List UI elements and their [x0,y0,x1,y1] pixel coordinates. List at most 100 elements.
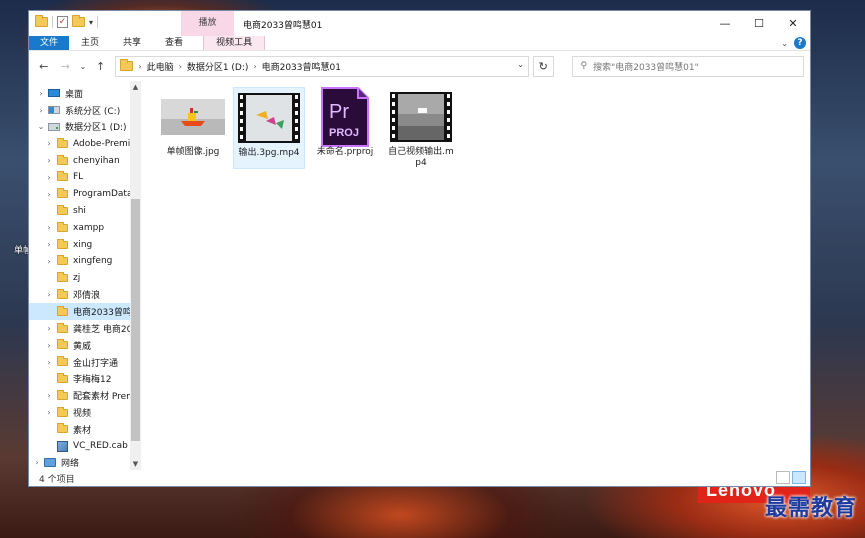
sidebar-item[interactable]: › 龚桂芝 电商203 [29,320,141,337]
sidebar-item[interactable]: › 桌面 [29,85,141,102]
sidebar-item[interactable]: 素材 [29,421,141,438]
sidebar-item[interactable]: › 金山打字通 [29,354,141,371]
drive-icon [47,106,61,115]
chevron-right-icon[interactable]: › [43,139,55,148]
desktop-icon [47,89,61,98]
video-thumbnail [237,92,301,144]
properties-icon[interactable]: ✓ [57,16,68,28]
details-view-icon[interactable] [776,471,790,484]
chevron-down-icon[interactable]: ⌄ [35,122,47,131]
chevron-right-icon[interactable]: › [31,458,43,467]
chevron-down-icon[interactable]: ⌄ [517,60,524,69]
breadcrumb-item[interactable]: 此电脑 [147,60,174,73]
up-arrow-icon[interactable]: ↑ [92,60,110,73]
tab-video-tools[interactable]: 视频工具 [203,36,266,50]
tab-view[interactable]: 查看 [153,36,195,50]
scroll-up-icon[interactable]: ▲ [130,83,141,91]
sidebar-item[interactable]: ⌄ 数据分区1 (D:) [29,119,141,136]
chevron-right-icon[interactable]: › [35,106,47,115]
minimize-button[interactable]: — [708,11,742,36]
sidebar-item[interactable]: › 配套素材 Prem [29,387,141,404]
chevron-right-icon[interactable]: › [253,62,256,71]
file-list-pane: 单帧图像.jpg 输出.3pg.mp4 Pr PROJ 未命名.prproj 自… [141,81,810,470]
sidebar-item-label: chenyihan [73,155,120,166]
breadcrumb-item[interactable]: 电商2033曾鸣慧01 [262,60,341,73]
chevron-right-icon[interactable]: › [43,257,55,266]
file-explorer-window: ✓ ▾ 播放 电商2033曾鸣慧01 — ☐ ✕ 文件 主页 共享 查看 视频工… [28,10,811,487]
sidebar-item[interactable]: › 邓倩浪 [29,287,141,304]
chevron-right-icon[interactable]: › [43,173,55,182]
file-item[interactable]: 单帧图像.jpg [157,87,229,169]
large-icons-view-icon[interactable] [792,471,806,484]
search-input[interactable]: ⚲ 搜索"电商2033曾鸣慧01" [571,55,804,77]
close-button[interactable]: ✕ [776,11,810,36]
sidebar-item[interactable]: › chenyihan [29,152,141,169]
sidebar-item[interactable]: 电商2033曾鸣慧 [29,303,141,321]
breadcrumb-item[interactable]: 数据分区1 (D:) [187,60,249,73]
customize-qat-icon[interactable]: ▾ [89,18,93,27]
navigation-pane: › 桌面 › 系统分区 (C:) ⌄ 数据分区1 (D:) › Adobe-Premie › ch… [29,81,141,470]
sidebar-item[interactable]: zj [29,270,141,287]
chevron-right-icon[interactable]: › [43,391,55,400]
view-switcher [776,471,806,484]
sidebar-item[interactable]: › Adobe-Premie [29,135,141,152]
chevron-right-icon[interactable]: › [43,156,55,165]
sidebar-item[interactable]: shi [29,203,141,220]
recent-locations-icon[interactable]: ⌄ [78,62,88,71]
expand-ribbon-icon[interactable]: ⌄ [781,39,788,48]
sidebar-scrollbar[interactable]: ▲ ▼ [130,81,141,470]
sidebar-item[interactable]: 李梅梅12 [29,371,141,388]
new-folder-icon[interactable] [72,15,85,27]
folder-icon [55,171,69,182]
folder-icon [55,238,69,249]
folder-icon [55,221,69,232]
help-icon[interactable]: ? [794,37,806,49]
file-grid: 单帧图像.jpg 输出.3pg.mp4 Pr PROJ 未命名.prproj 自… [157,87,810,169]
chevron-right-icon[interactable]: › [43,223,55,232]
chevron-right-icon[interactable]: › [43,408,55,417]
chevron-right-icon[interactable]: › [35,89,47,98]
sidebar-item[interactable]: VC_RED.cab [29,438,141,455]
sidebar-item[interactable]: › 视频 [29,404,141,421]
back-arrow-icon[interactable]: ← [35,60,53,73]
sidebar-item[interactable]: › xingfeng [29,253,141,270]
title-bar: ✓ ▾ 播放 电商2033曾鸣慧01 — ☐ ✕ [29,11,810,36]
sidebar-item[interactable]: › 系统分区 (C:) [29,102,141,119]
tab-file[interactable]: 文件 [29,36,70,50]
refresh-button[interactable]: ↻ [533,55,554,77]
sidebar-item[interactable]: › 网络 [29,455,141,470]
file-item-selected[interactable]: 输出.3pg.mp4 [233,87,305,169]
chevron-right-icon[interactable]: › [138,62,141,71]
chevron-right-icon[interactable]: › [43,240,55,249]
maximize-button[interactable]: ☐ [742,11,776,36]
file-item[interactable]: 自己视频输出.mp4 [385,87,457,169]
tab-share[interactable]: 共享 [111,36,153,50]
scrollbar-thumb[interactable] [131,199,140,441]
folder-icon [35,15,48,27]
sidebar-item-label: 金山打字通 [73,358,119,369]
forward-arrow-icon[interactable]: → [57,60,75,73]
explorer-body: › 桌面 › 系统分区 (C:) ⌄ 数据分区1 (D:) › Adobe-Premie › ch… [29,81,810,470]
sidebar-item[interactable]: › 黄威 [29,337,141,354]
divider [97,16,99,28]
tab-home[interactable]: 主页 [69,36,111,50]
sidebar-item-label: 系统分区 (C:) [65,106,121,117]
window-title: 电商2033曾鸣慧01 [243,21,323,31]
sidebar-item[interactable]: › xing [29,236,141,253]
folder-icon [55,406,69,417]
sidebar-item[interactable]: › ProgramData [29,186,141,203]
chevron-right-icon[interactable]: › [43,290,55,299]
chevron-right-icon[interactable]: › [179,62,182,71]
file-item[interactable]: Pr PROJ 未命名.prproj [309,87,381,169]
folder-icon [55,154,69,165]
file-name: 单帧图像.jpg [166,147,220,157]
sidebar-item[interactable]: › xampp [29,219,141,236]
chevron-right-icon[interactable]: › [43,341,55,350]
address-bar[interactable]: › 此电脑 › 数据分区1 (D:) › 电商2033曾鸣慧01 ⌄ [115,55,529,77]
sidebar-item[interactable]: › FL [29,169,141,186]
chevron-right-icon[interactable]: › [43,190,55,199]
chevron-right-icon[interactable]: › [43,324,55,333]
scroll-down-icon[interactable]: ▼ [130,460,141,468]
folder-icon [55,255,69,266]
chevron-right-icon[interactable]: › [43,358,55,367]
